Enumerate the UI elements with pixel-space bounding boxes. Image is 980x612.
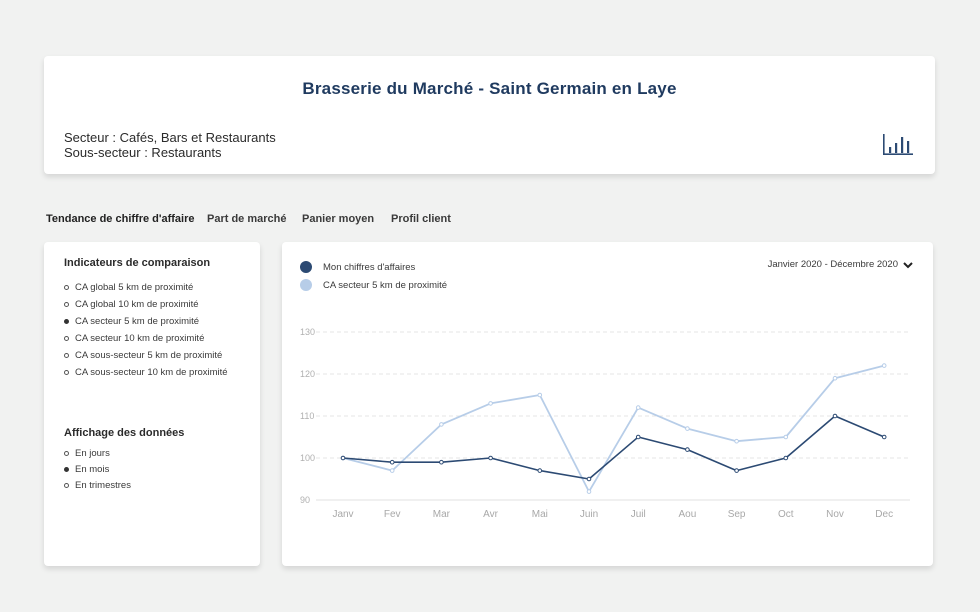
x-tick-label: Mai (532, 509, 548, 520)
x-tick-label: Avr (483, 509, 498, 520)
radio-icon (64, 450, 69, 456)
comparison-option[interactable]: CA sous-secteur 10 km de proximité (64, 364, 228, 381)
data-point-ca-secteur (389, 468, 395, 473)
y-tick-label: 90 (300, 495, 310, 505)
data-point-mon-ca (734, 468, 739, 473)
display-option[interactable]: En jours (64, 445, 131, 461)
x-tick-label: Aou (679, 509, 697, 520)
chart-panel: Mon chiffres d'affaires CA secteur 5 km … (282, 242, 933, 566)
data-point-ca-secteur (635, 405, 641, 410)
data-point-ca-secteur (832, 375, 838, 381)
comparison-option[interactable]: CA global 10 km de proximité (64, 296, 228, 313)
page-title: Brasserie du Marché - Saint Germain en L… (302, 79, 677, 98)
data-point-mon-ca (685, 447, 690, 452)
y-tick-label: 110 (300, 411, 314, 421)
radio-icon (64, 285, 69, 290)
data-point-mon-ca (783, 455, 789, 461)
x-tick-label: Sep (728, 509, 746, 520)
data-point-mon-ca (488, 455, 493, 461)
data-point-mon-ca (439, 459, 444, 465)
comparison-option[interactable]: CA sous-secteur 5 km de proximité (64, 347, 228, 364)
line-chart: 90 100 110 120 130 Janv Fev Mar Avr Mai Juin Juil Ao… (300, 327, 910, 520)
sector-label: Secteur : Cafés, Bars et Restaurants (64, 130, 276, 145)
header-card: Brasserie du Marché - Saint Germain en L… (44, 56, 935, 174)
y-tick-label: 130 (300, 327, 315, 337)
data-point-mon-ca (832, 413, 838, 419)
display-section-title: Affichage des données (64, 427, 185, 439)
data-point-ca-secteur (881, 363, 887, 368)
y-tick-label: 100 (300, 453, 315, 463)
x-tick-label: Nov (826, 509, 844, 520)
x-tick-label: Dec (875, 509, 893, 520)
x-tick-label: Janv (332, 509, 353, 520)
data-point-ca-secteur (685, 426, 690, 431)
data-point-mon-ca (586, 476, 592, 482)
comparison-section-title: Indicateurs de comparaison (64, 257, 211, 269)
data-point-mon-ca (881, 434, 887, 440)
tab-profil-client[interactable]: Profil client (391, 213, 451, 225)
data-point-mon-ca (389, 459, 395, 465)
filters-panel: Indicateurs de comparaison CA global 5 k… (44, 242, 260, 566)
tab-part-de-marche[interactable]: Part de marché (207, 213, 286, 225)
comparison-options-list: CA global 5 km de proximité CA global 10… (64, 279, 228, 381)
x-tick-label: Fev (384, 509, 401, 520)
radio-icon (64, 336, 69, 341)
data-point-ca-secteur (783, 434, 789, 440)
data-point-mon-ca (537, 468, 543, 473)
comparison-option[interactable]: CA global 5 km de proximité (64, 279, 228, 296)
x-tick-label: Juin (580, 509, 598, 520)
data-point-mon-ca (635, 434, 641, 440)
tab-tendance-chiffre-affaire[interactable]: Tendance de chiffre d'affaire (46, 213, 195, 225)
x-tick-label: Mar (433, 509, 451, 520)
series-line-ca-secteur (342, 364, 885, 493)
x-tick-label: Juil (631, 509, 646, 520)
series-line-mon-ca (342, 415, 885, 480)
data-point-ca-secteur (586, 489, 592, 494)
data-point-ca-secteur (488, 401, 493, 406)
display-option[interactable]: En mois (64, 461, 131, 477)
data-point-ca-secteur (439, 422, 444, 427)
radio-icon (64, 482, 69, 488)
radio-selected-icon (64, 319, 69, 324)
data-point-mon-ca (340, 455, 346, 461)
subsector-label: Sous-secteur : Restaurants (64, 145, 222, 160)
display-option[interactable]: En trimestres (64, 477, 131, 493)
display-options-list: En jours En mois En trimestres (64, 445, 131, 493)
bar-chart-icon[interactable] (882, 132, 914, 156)
radio-icon (64, 302, 69, 307)
x-tick-label: Oct (778, 509, 794, 520)
comparison-option[interactable]: CA secteur 10 km de proximité (64, 330, 228, 347)
tab-panier-moyen[interactable]: Panier moyen (302, 213, 374, 225)
comparison-option[interactable]: CA secteur 5 km de proximité (64, 313, 228, 330)
data-point-ca-secteur (734, 438, 739, 444)
data-point-ca-secteur (537, 392, 543, 398)
radio-selected-icon (64, 466, 69, 472)
radio-icon (64, 353, 69, 358)
y-tick-label: 120 (300, 369, 315, 379)
radio-icon (64, 370, 69, 375)
